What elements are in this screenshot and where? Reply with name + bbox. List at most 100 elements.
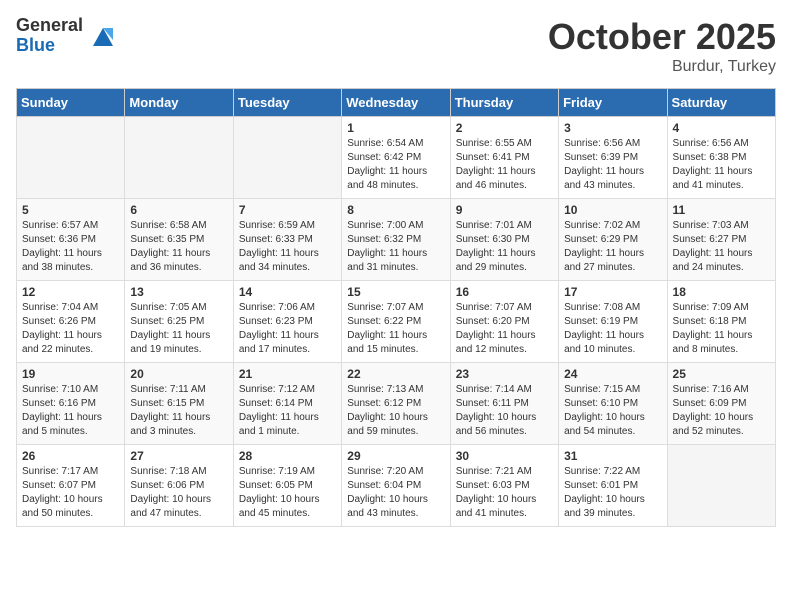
weekday-header: Friday xyxy=(559,89,667,117)
weekday-header: Thursday xyxy=(450,89,558,117)
calendar-cell: 23 Sunrise: 7:14 AM Sunset: 6:11 PM Dayli… xyxy=(450,363,558,445)
day-info: Sunrise: 6:59 AM Sunset: 6:33 PM Dayligh… xyxy=(239,219,336,275)
day-info: Sunrise: 7:17 AM Sunset: 6:07 PM Dayligh… xyxy=(22,465,119,521)
day-number: 22 xyxy=(347,367,444,381)
day-info: Sunrise: 7:04 AM Sunset: 6:26 PM Dayligh… xyxy=(22,301,119,357)
day-info: Sunrise: 7:12 AM Sunset: 6:14 PM Dayligh… xyxy=(239,383,336,439)
day-number: 20 xyxy=(130,367,227,381)
calendar-cell xyxy=(125,117,233,199)
calendar-cell: 11 Sunrise: 7:03 AM Sunset: 6:27 PM Dayli… xyxy=(667,199,775,281)
day-number: 12 xyxy=(22,285,119,299)
title-area: October 2025 Burdur, Turkey xyxy=(548,16,776,76)
calendar-cell: 29 Sunrise: 7:20 AM Sunset: 6:04 PM Dayli… xyxy=(342,445,450,527)
month-title: October 2025 xyxy=(548,16,776,58)
day-number: 25 xyxy=(673,367,770,381)
day-number: 17 xyxy=(564,285,661,299)
day-number: 16 xyxy=(456,285,553,299)
calendar-cell: 8 Sunrise: 7:00 AM Sunset: 6:32 PM Daylig… xyxy=(342,199,450,281)
calendar-table: SundayMondayTuesdayWednesdayThursdayFrid… xyxy=(16,88,776,527)
calendar-week-row: 1 Sunrise: 6:54 AM Sunset: 6:42 PM Daylig… xyxy=(17,117,776,199)
day-number: 31 xyxy=(564,449,661,463)
day-info: Sunrise: 7:02 AM Sunset: 6:29 PM Dayligh… xyxy=(564,219,661,275)
day-info: Sunrise: 7:22 AM Sunset: 6:01 PM Dayligh… xyxy=(564,465,661,521)
calendar-week-row: 26 Sunrise: 7:17 AM Sunset: 6:07 PM Dayli… xyxy=(17,445,776,527)
day-info: Sunrise: 7:06 AM Sunset: 6:23 PM Dayligh… xyxy=(239,301,336,357)
calendar-cell xyxy=(17,117,125,199)
day-number: 1 xyxy=(347,121,444,135)
logo-text: General Blue xyxy=(16,16,83,56)
day-info: Sunrise: 7:01 AM Sunset: 6:30 PM Dayligh… xyxy=(456,219,553,275)
logo-icon xyxy=(89,22,117,50)
weekday-header: Saturday xyxy=(667,89,775,117)
calendar-week-row: 19Sunrise: 7:10 AM Sunset: 6:16 PM Dayli… xyxy=(17,363,776,445)
calendar-cell: 15 Sunrise: 7:07 AM Sunset: 6:22 PM Dayli… xyxy=(342,281,450,363)
day-number: 23 xyxy=(456,367,553,381)
calendar-cell: 27Sunrise: 7:18 AM Sunset: 6:06 PM Dayli… xyxy=(125,445,233,527)
day-number: 8 xyxy=(347,203,444,217)
weekday-header: Sunday xyxy=(17,89,125,117)
day-number: 7 xyxy=(239,203,336,217)
calendar-cell xyxy=(233,117,341,199)
weekday-header: Wednesday xyxy=(342,89,450,117)
day-info: Sunrise: 7:07 AM Sunset: 6:22 PM Dayligh… xyxy=(347,301,444,357)
calendar-cell: 5 Sunrise: 6:57 AM Sunset: 6:36 PM Daylig… xyxy=(17,199,125,281)
day-info: Sunrise: 7:11 AM Sunset: 6:15 PM Dayligh… xyxy=(130,383,227,439)
day-number: 27 xyxy=(130,449,227,463)
day-number: 5 xyxy=(22,203,119,217)
day-info: Sunrise: 6:54 AM Sunset: 6:42 PM Dayligh… xyxy=(347,137,444,193)
calendar-cell: 12 Sunrise: 7:04 AM Sunset: 6:26 PM Dayli… xyxy=(17,281,125,363)
calendar-cell: 17 Sunrise: 7:08 AM Sunset: 6:19 PM Dayli… xyxy=(559,281,667,363)
day-info: Sunrise: 7:13 AM Sunset: 6:12 PM Dayligh… xyxy=(347,383,444,439)
logo: General Blue xyxy=(16,16,117,56)
day-info: Sunrise: 6:55 AM Sunset: 6:41 PM Dayligh… xyxy=(456,137,553,193)
calendar-cell: 22 Sunrise: 7:13 AM Sunset: 6:12 PM Dayli… xyxy=(342,363,450,445)
calendar-cell: 21Sunrise: 7:12 AM Sunset: 6:14 PM Dayli… xyxy=(233,363,341,445)
day-info: Sunrise: 7:21 AM Sunset: 6:03 PM Dayligh… xyxy=(456,465,553,521)
calendar-cell: 20 Sunrise: 7:11 AM Sunset: 6:15 PM Dayli… xyxy=(125,363,233,445)
logo-blue: Blue xyxy=(16,36,83,56)
header-row: SundayMondayTuesdayWednesdayThursdayFrid… xyxy=(17,89,776,117)
location: Burdur, Turkey xyxy=(548,58,776,76)
day-info: Sunrise: 7:03 AM Sunset: 6:27 PM Dayligh… xyxy=(673,219,770,275)
calendar-cell: 2Sunrise: 6:55 AM Sunset: 6:41 PM Daylig… xyxy=(450,117,558,199)
page-header: General Blue October 2025 Burdur, Turkey xyxy=(16,16,776,76)
day-number: 11 xyxy=(673,203,770,217)
calendar-cell: 25Sunrise: 7:16 AM Sunset: 6:09 PM Dayli… xyxy=(667,363,775,445)
day-info: Sunrise: 7:09 AM Sunset: 6:18 PM Dayligh… xyxy=(673,301,770,357)
day-number: 10 xyxy=(564,203,661,217)
day-info: Sunrise: 7:00 AM Sunset: 6:32 PM Dayligh… xyxy=(347,219,444,275)
day-number: 6 xyxy=(130,203,227,217)
calendar-cell: 18 Sunrise: 7:09 AM Sunset: 6:18 PM Dayli… xyxy=(667,281,775,363)
weekday-header: Monday xyxy=(125,89,233,117)
day-number: 24 xyxy=(564,367,661,381)
calendar-cell xyxy=(667,445,775,527)
day-number: 30 xyxy=(456,449,553,463)
day-number: 29 xyxy=(347,449,444,463)
calendar-cell: 26 Sunrise: 7:17 AM Sunset: 6:07 PM Dayli… xyxy=(17,445,125,527)
day-number: 18 xyxy=(673,285,770,299)
weekday-header: Tuesday xyxy=(233,89,341,117)
calendar-header: SundayMondayTuesdayWednesdayThursdayFrid… xyxy=(17,89,776,117)
calendar-cell: 24Sunrise: 7:15 AM Sunset: 6:10 PM Dayli… xyxy=(559,363,667,445)
day-info: Sunrise: 6:57 AM Sunset: 6:36 PM Dayligh… xyxy=(22,219,119,275)
day-number: 13 xyxy=(130,285,227,299)
day-info: Sunrise: 6:58 AM Sunset: 6:35 PM Dayligh… xyxy=(130,219,227,275)
day-number: 26 xyxy=(22,449,119,463)
day-number: 9 xyxy=(456,203,553,217)
calendar-body: 1 Sunrise: 6:54 AM Sunset: 6:42 PM Daylig… xyxy=(17,117,776,527)
day-number: 3 xyxy=(564,121,661,135)
calendar-cell: 1 Sunrise: 6:54 AM Sunset: 6:42 PM Daylig… xyxy=(342,117,450,199)
calendar-week-row: 5 Sunrise: 6:57 AM Sunset: 6:36 PM Daylig… xyxy=(17,199,776,281)
calendar-cell: 14Sunrise: 7:06 AM Sunset: 6:23 PM Dayli… xyxy=(233,281,341,363)
calendar-cell: 9 Sunrise: 7:01 AM Sunset: 6:30 PM Daylig… xyxy=(450,199,558,281)
day-info: Sunrise: 7:20 AM Sunset: 6:04 PM Dayligh… xyxy=(347,465,444,521)
calendar-cell: 31 Sunrise: 7:22 AM Sunset: 6:01 PM Dayli… xyxy=(559,445,667,527)
day-number: 15 xyxy=(347,285,444,299)
day-info: Sunrise: 7:07 AM Sunset: 6:20 PM Dayligh… xyxy=(456,301,553,357)
day-info: Sunrise: 6:56 AM Sunset: 6:39 PM Dayligh… xyxy=(564,137,661,193)
calendar-cell: 28Sunrise: 7:19 AM Sunset: 6:05 PM Dayli… xyxy=(233,445,341,527)
day-number: 28 xyxy=(239,449,336,463)
calendar-week-row: 12 Sunrise: 7:04 AM Sunset: 6:26 PM Dayli… xyxy=(17,281,776,363)
day-info: Sunrise: 7:08 AM Sunset: 6:19 PM Dayligh… xyxy=(564,301,661,357)
day-info: Sunrise: 7:14 AM Sunset: 6:11 PM Dayligh… xyxy=(456,383,553,439)
